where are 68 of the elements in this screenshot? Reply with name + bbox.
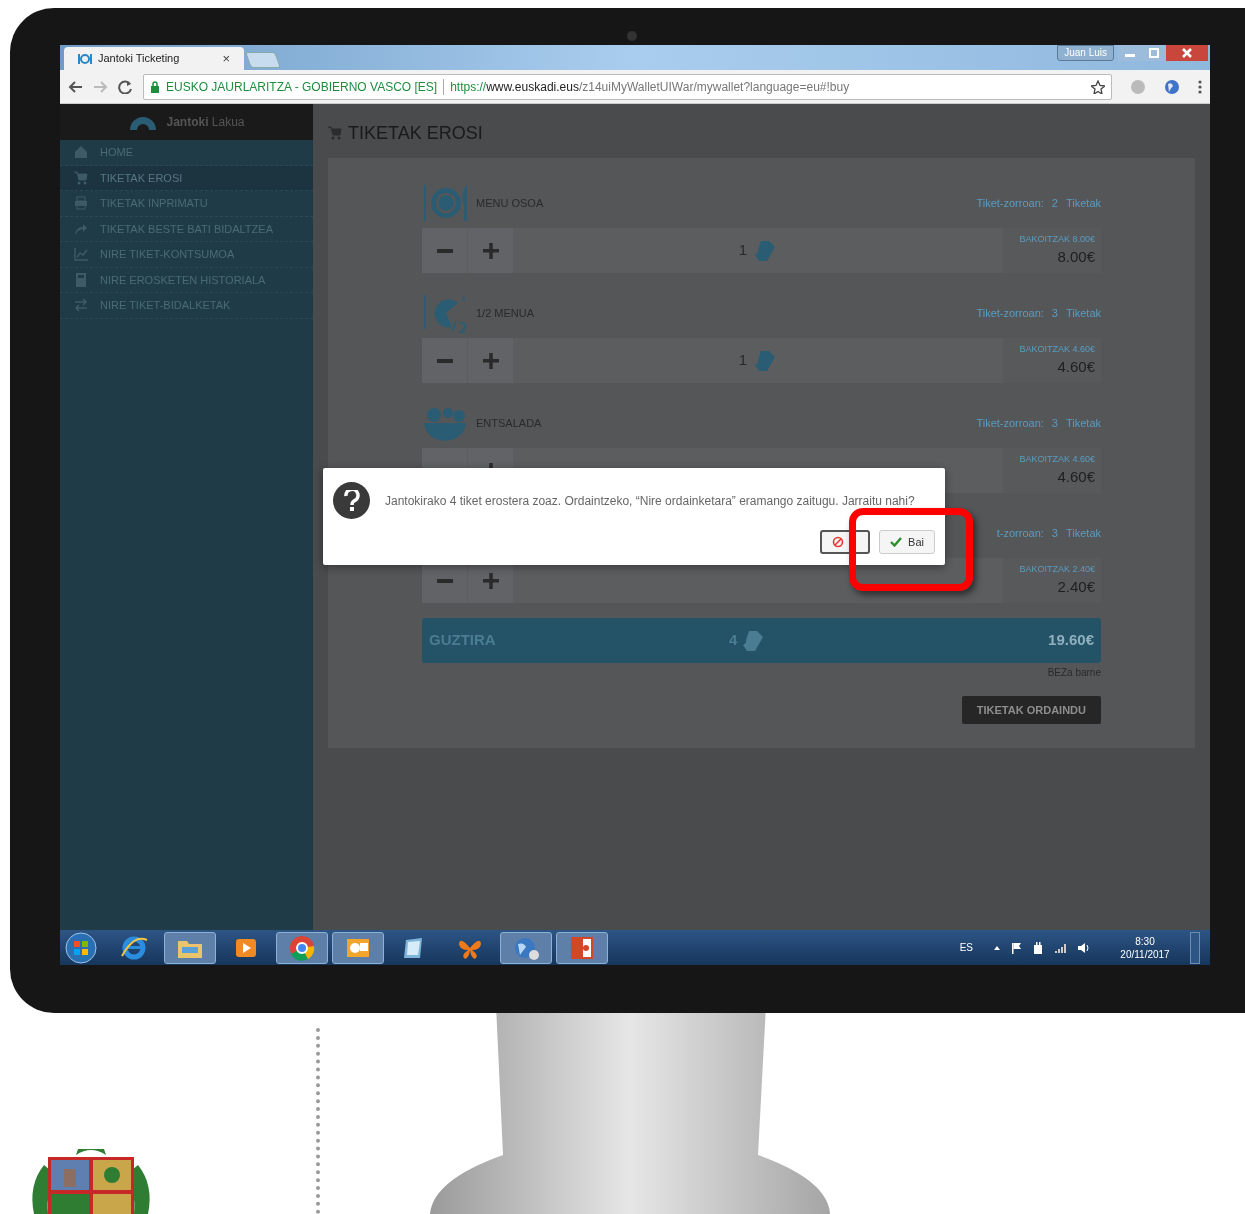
dish-icon — [422, 183, 468, 223]
camera-icon — [627, 31, 637, 41]
user-button[interactable]: Juan Luis — [1057, 45, 1114, 61]
sidebar-item[interactable]: TIKETAK EROSI — [60, 165, 313, 191]
item-price: 4.60€ — [1057, 467, 1095, 487]
taskbar-app[interactable] — [276, 931, 328, 964]
minus-icon — [436, 248, 453, 253]
url-text: https://www.euskadi.eus/z14uiMyWalletUIWar/mywallet?language=eu#!buy — [450, 78, 851, 96]
taskbar-app[interactable] — [500, 931, 552, 964]
ticket-icon — [743, 628, 766, 653]
dish-icon — [422, 293, 468, 333]
unit-price: BAKOITZAK 2.40€ — [1019, 562, 1095, 576]
signal-icon[interactable] — [1054, 941, 1067, 954]
address-bar[interactable]: EUSKO JAURLARITZA - GOBIERNO VASCO [ES] https://www.euskadi.eus/z14uiMyWalletUIWar/mywallet?language=eu#!buy — [143, 73, 1112, 100]
globe-icon[interactable] — [1164, 78, 1180, 95]
home-icon — [74, 145, 88, 160]
check-icon — [890, 536, 903, 548]
unit-price: BAKOITZAK 4.60€ — [1019, 342, 1095, 356]
chart-icon — [74, 247, 88, 262]
cart-icon — [74, 170, 88, 185]
confirm-button[interactable]: Bai — [879, 530, 935, 554]
plus-icon — [482, 572, 499, 589]
close-tab-button[interactable]: × — [222, 48, 230, 69]
plus-icon — [482, 242, 499, 259]
back-icon[interactable] — [68, 79, 83, 94]
flag-icon[interactable] — [1011, 941, 1022, 954]
share-icon — [74, 221, 88, 236]
lock-icon — [150, 80, 160, 93]
minus-icon — [436, 358, 453, 363]
speaker-icon[interactable] — [1077, 941, 1090, 954]
ticket-icon — [755, 348, 778, 373]
total-amount: 19.60€ — [1048, 630, 1094, 651]
item-price: 8.00€ — [1057, 247, 1095, 267]
menu-icon[interactable] — [1198, 79, 1202, 94]
clock[interactable]: 8:30 20/11/2017 — [1110, 934, 1180, 961]
pay-button[interactable]: TIKETAK ORDAINDU — [961, 696, 1101, 724]
unit-price: BAKOITZAK 4.60€ — [1019, 452, 1095, 466]
wallet-count: Tiket-zorroan: 3 Tiketak — [976, 305, 1101, 321]
favicon-icon — [78, 52, 92, 65]
print-icon — [74, 196, 88, 211]
taskbar-app[interactable] — [332, 931, 384, 964]
ticket-icon — [755, 238, 778, 263]
wallet-count: Tiket-zorroan: 3 Tiketak — [976, 415, 1101, 431]
close-icon[interactable] — [1166, 45, 1208, 61]
star-icon[interactable] — [1091, 79, 1105, 94]
start-button[interactable] — [64, 930, 98, 965]
item-price: 2.40€ — [1057, 577, 1095, 597]
cancel-icon — [832, 536, 845, 548]
unit-price: BAKOITZAK 8.00€ — [1019, 232, 1095, 246]
plus-icon — [482, 352, 499, 369]
item-price: 4.60€ — [1057, 357, 1095, 377]
calculator-icon — [74, 272, 88, 287]
taskbar-app[interactable] — [164, 931, 216, 964]
dialog-message: Jantokirako 4 tiket erostera zoaz. Ordaintzeko, “Nire ordainketara” eramango zaitugu. Jarraitu nahi? — [385, 493, 915, 510]
wallet-count: Tiket-zorroan: 2 Tiketak — [976, 195, 1101, 211]
reload-icon[interactable] — [118, 79, 133, 94]
question-icon — [333, 482, 370, 519]
wallet-count: t-zorroan: 3 Tiketak — [996, 525, 1101, 541]
minus-icon — [436, 578, 453, 583]
browser-tab[interactable]: Jantoki Ticketing × — [64, 47, 244, 70]
taskbar-app[interactable] — [556, 931, 608, 964]
exchange-icon — [74, 298, 88, 313]
plug-icon[interactable] — [1032, 941, 1044, 954]
language-indicator[interactable]: ES — [959, 940, 973, 955]
app-icon — [288, 933, 316, 962]
cart-icon — [328, 126, 342, 140]
brand-name: Jantoki Lakua — [166, 114, 245, 131]
site-identity: EUSKO JAURLARITZA - GOBIERNO VASCO [ES] — [166, 78, 438, 96]
